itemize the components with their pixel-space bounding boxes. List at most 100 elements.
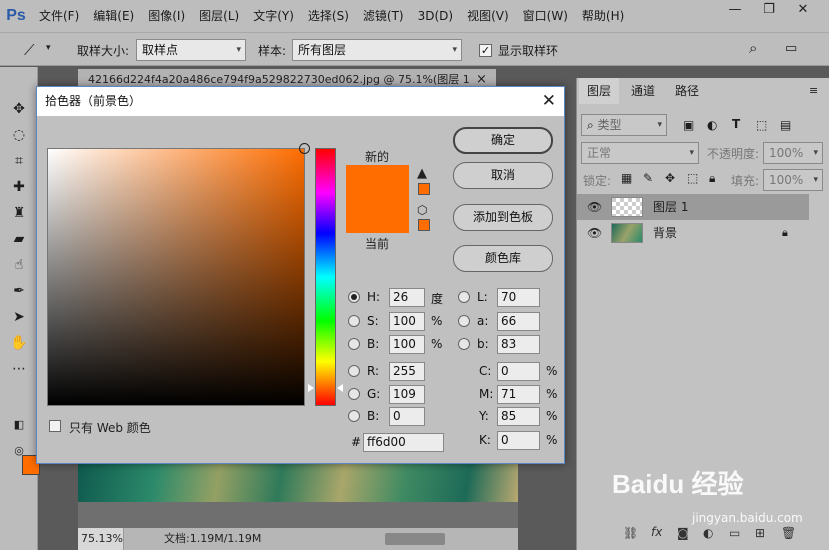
sample-size-select[interactable]: 取样点 ▾ bbox=[136, 39, 246, 61]
cyan-input[interactable]: 0 bbox=[497, 362, 540, 381]
link-layers-icon[interactable]: ⛓︎ bbox=[623, 526, 638, 540]
lock-transparent-icon[interactable]: ▦ bbox=[621, 171, 632, 185]
hue-slider[interactable] bbox=[315, 148, 336, 406]
web-safe-cube-icon[interactable]: ⬡ bbox=[417, 203, 427, 217]
horizontal-scrollbar[interactable] bbox=[385, 533, 445, 545]
path-selection-icon[interactable]: ➤ bbox=[9, 307, 29, 327]
clone-stamp-icon[interactable]: ♜ bbox=[9, 203, 29, 223]
panel-menu-icon[interactable]: ≡ bbox=[809, 84, 818, 97]
menu-select[interactable]: 选择(S) bbox=[301, 0, 356, 32]
lock-position-icon[interactable]: ✥ bbox=[665, 171, 675, 185]
blend-mode-select[interactable]: 正常 ▾ bbox=[581, 142, 699, 164]
lab-l-input[interactable]: 70 bbox=[497, 288, 540, 307]
red-input[interactable]: 255 bbox=[389, 362, 425, 381]
ok-button[interactable]: 确定 bbox=[453, 127, 553, 154]
saturation-input[interactable]: 100 bbox=[389, 312, 425, 331]
menu-file[interactable]: 文件(F) bbox=[32, 0, 86, 32]
saturation-radio[interactable] bbox=[348, 315, 360, 327]
close-window-button[interactable]: ✕ bbox=[788, 0, 818, 20]
workspace-icon[interactable]: ▭ bbox=[785, 41, 797, 56]
out-of-gamut-warning-icon[interactable]: ▲ bbox=[417, 166, 427, 181]
opacity-input[interactable]: 100% ▾ bbox=[763, 142, 823, 164]
hex-input[interactable]: ff6d00 bbox=[363, 433, 444, 452]
lab-b-input[interactable]: 83 bbox=[497, 335, 540, 354]
hue-slider-handle-right[interactable] bbox=[337, 383, 343, 392]
hue-radio[interactable] bbox=[348, 291, 360, 303]
menu-3d[interactable]: 3D(D) bbox=[411, 0, 460, 32]
menu-view[interactable]: 视图(V) bbox=[460, 0, 516, 32]
menu-help[interactable]: 帮助(H) bbox=[575, 0, 631, 32]
fill-input[interactable]: 100% ▾ bbox=[763, 169, 823, 191]
blue-radio[interactable] bbox=[348, 410, 360, 422]
layer-row[interactable]: 👁︎ 图层 1 bbox=[577, 194, 809, 220]
quick-mask-icon[interactable]: ◎ bbox=[9, 441, 29, 461]
color-selector-ring[interactable] bbox=[299, 143, 310, 154]
new-group-icon[interactable]: ▭ bbox=[729, 526, 740, 540]
menu-filter[interactable]: 滤镜(T) bbox=[356, 0, 411, 32]
smart-object-filter-icon[interactable]: ▤ bbox=[780, 118, 791, 132]
hand-tool-icon[interactable]: ✋ bbox=[9, 333, 29, 353]
default-colors-icon[interactable]: ◧ bbox=[9, 415, 29, 435]
lab-a-radio[interactable] bbox=[458, 315, 470, 327]
color-libraries-button[interactable]: 颜色库 bbox=[453, 245, 553, 272]
tab-channels[interactable]: 通道 bbox=[623, 78, 663, 104]
lab-a-input[interactable]: 66 bbox=[497, 312, 540, 331]
current-color-swatch[interactable] bbox=[346, 199, 409, 233]
saturation-brightness-field[interactable] bbox=[47, 143, 310, 406]
more-tools-icon[interactable]: ⋯ bbox=[9, 359, 29, 379]
hue-input[interactable]: 26 bbox=[389, 288, 425, 307]
gamut-color-swatch[interactable] bbox=[418, 183, 430, 195]
lock-artboard-icon[interactable]: ⬚ bbox=[687, 171, 698, 185]
search-icon[interactable]: ⌕ bbox=[749, 39, 757, 57]
black-input[interactable]: 0 bbox=[497, 431, 540, 450]
tab-layers[interactable]: 图层 bbox=[579, 78, 620, 104]
blue-input[interactable]: 0 bbox=[389, 407, 425, 426]
smudge-tool-icon[interactable]: ☝ bbox=[9, 255, 29, 275]
menu-edit[interactable]: 编辑(E) bbox=[86, 0, 141, 32]
menu-image[interactable]: 图像(I) bbox=[141, 0, 192, 32]
lab-l-radio[interactable] bbox=[458, 291, 470, 303]
delete-layer-icon[interactable]: 🗑︎ bbox=[781, 526, 796, 540]
healing-brush-icon[interactable]: ✚ bbox=[9, 177, 29, 197]
visibility-eye-icon[interactable]: 👁︎ bbox=[587, 194, 602, 220]
eyedropper-tool-icon[interactable]: ⟋ bbox=[24, 41, 35, 59]
crop-tool-icon[interactable]: ⌗ bbox=[9, 151, 29, 171]
tool-preset-chevron-icon[interactable]: ▾ bbox=[46, 43, 51, 53]
zoom-level[interactable]: 75.13% bbox=[78, 528, 124, 550]
fx-icon[interactable]: fx bbox=[651, 525, 662, 539]
eraser-tool-icon[interactable]: ▰ bbox=[9, 229, 29, 249]
pixel-filter-icon[interactable]: ▣ bbox=[683, 118, 694, 132]
layer-filter-select[interactable]: ⌕ 类型 ▾ bbox=[581, 114, 667, 136]
layer-row[interactable]: 👁︎ 背景 🔒︎ bbox=[577, 220, 809, 246]
hue-slider-handle-left[interactable] bbox=[308, 383, 314, 392]
menu-layer[interactable]: 图层(L) bbox=[192, 0, 246, 32]
menu-type[interactable]: 文字(Y) bbox=[246, 0, 301, 32]
minimize-button[interactable]: — bbox=[720, 0, 750, 20]
adjustment-filter-icon[interactable]: ◐ bbox=[707, 118, 717, 132]
web-only-checkbox[interactable] bbox=[49, 420, 61, 432]
red-radio[interactable] bbox=[348, 365, 360, 377]
type-filter-icon[interactable]: T bbox=[732, 117, 740, 131]
show-ring-checkbox[interactable]: ✓ bbox=[479, 44, 492, 57]
lock-all-icon[interactable]: 🔒︎ bbox=[709, 171, 715, 186]
yellow-input[interactable]: 85 bbox=[497, 407, 540, 426]
green-radio[interactable] bbox=[348, 388, 360, 400]
new-layer-icon[interactable]: ⊞ bbox=[755, 526, 765, 540]
visibility-eye-icon[interactable]: 👁︎ bbox=[587, 220, 602, 246]
lasso-tool-icon[interactable]: ◌ bbox=[9, 125, 29, 145]
cancel-button[interactable]: 取消 bbox=[453, 162, 553, 189]
move-tool-icon[interactable]: ✥ bbox=[9, 99, 29, 119]
brightness-input[interactable]: 100 bbox=[389, 335, 425, 354]
web-safe-color-swatch[interactable] bbox=[418, 219, 430, 231]
sample-select[interactable]: 所有图层 ▾ bbox=[292, 39, 462, 61]
adjustment-layer-icon[interactable]: ◐ bbox=[703, 526, 713, 540]
brightness-radio[interactable] bbox=[348, 338, 360, 350]
lab-b-radio[interactable] bbox=[458, 338, 470, 350]
add-to-swatches-button[interactable]: 添加到色板 bbox=[453, 204, 553, 231]
restore-button[interactable]: ❐ bbox=[754, 0, 784, 20]
green-input[interactable]: 109 bbox=[389, 385, 425, 404]
tab-paths[interactable]: 路径 bbox=[667, 78, 707, 104]
shape-filter-icon[interactable]: ⬚ bbox=[756, 118, 767, 132]
lock-image-icon[interactable]: ✎ bbox=[643, 171, 653, 185]
add-mask-icon[interactable]: ◙ bbox=[677, 526, 689, 540]
